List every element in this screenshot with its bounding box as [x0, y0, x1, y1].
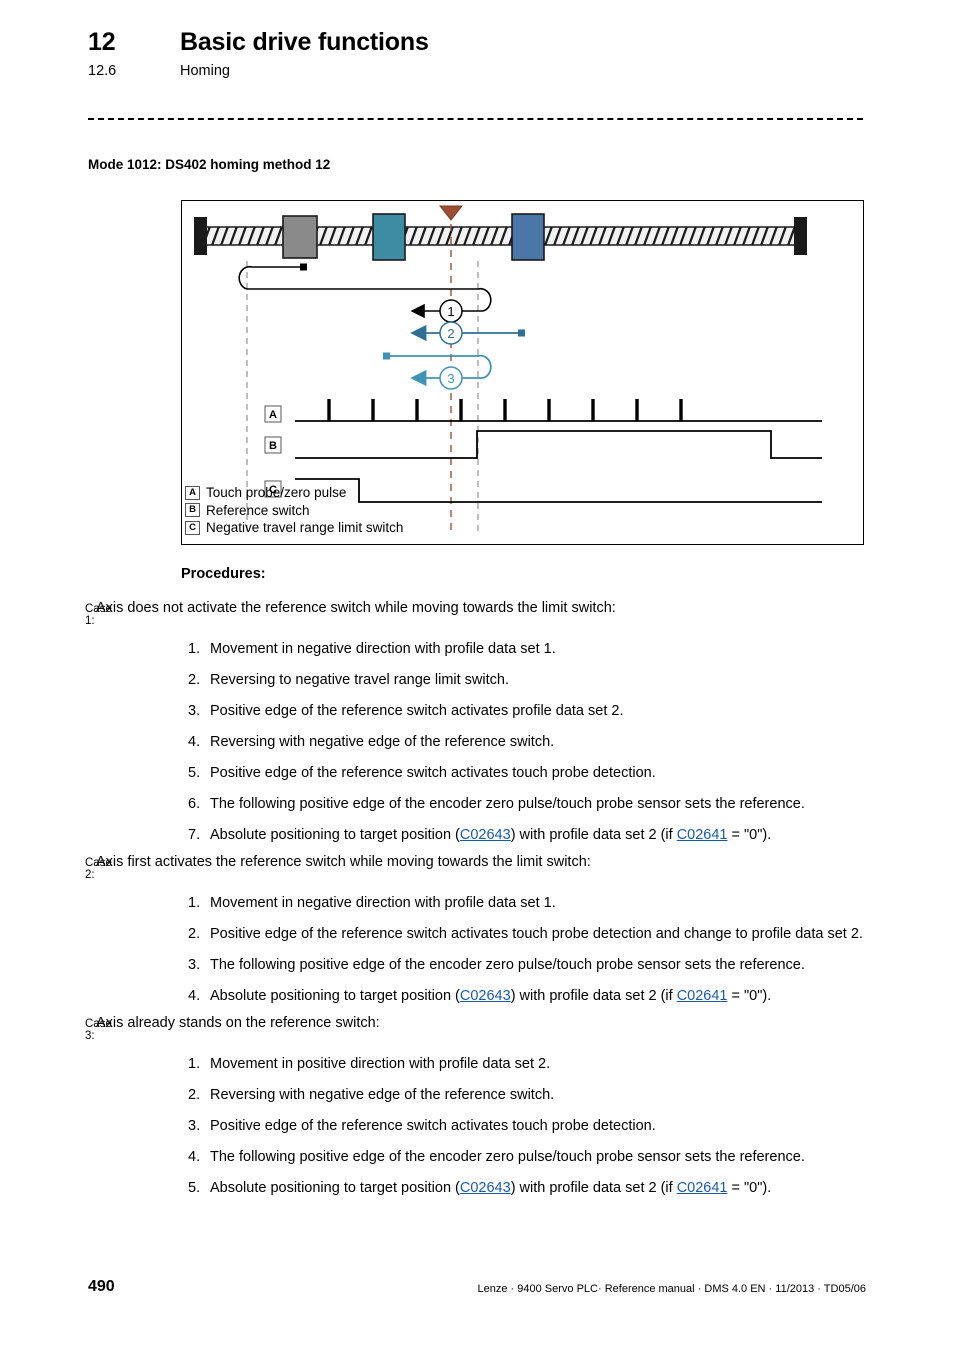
procedures-heading: Procedures:: [181, 566, 266, 582]
case-step: The following positive edge of the encod…: [188, 1148, 805, 1167]
motion-marker-3: 3: [439, 366, 463, 390]
motion-start-dot-3: [383, 352, 390, 360]
header-main-row: 12 Basic drive functions: [88, 28, 878, 57]
case-step-list: Movement in negative direction with prof…: [0, 640, 954, 845]
header-divider: [88, 118, 863, 120]
case-step: Reversing with negative edge of the refe…: [188, 1086, 555, 1105]
header-sub-row: 12.6 Homing: [88, 63, 878, 79]
case-step: Absolute positioning to target position …: [188, 826, 772, 845]
case-block: Case 1: Axis does not activate the refere…: [0, 598, 954, 845]
motion-path-2: [410, 324, 525, 342]
case-step: Positive edge of the reference switch ac…: [188, 925, 863, 944]
parameter-link[interactable]: C02643: [460, 1180, 511, 1196]
rail-end-stop-left: [194, 217, 207, 255]
legend-tag-a-icon: A: [185, 485, 200, 500]
case-step: Positive edge of the reference switch ac…: [188, 702, 624, 721]
case-step: Positive edge of the reference switch ac…: [188, 1117, 656, 1136]
footer-meta: Lenze · 9400 Servo PLC· Reference manual…: [477, 1283, 866, 1295]
chapter-number: 12: [88, 28, 116, 56]
case-step: Movement in negative direction with prof…: [188, 894, 556, 913]
trace-b: [295, 430, 822, 459]
procedures-cases: Case 1: Axis does not activate the refere…: [0, 598, 954, 1205]
parameter-link[interactable]: C02643: [460, 827, 511, 843]
page-header: 12 Basic drive functions 12.6 Homing: [88, 28, 878, 79]
case-step: Movement in positive direction with prof…: [188, 1055, 551, 1074]
block-reference-switch-start: [372, 213, 406, 261]
case-step: Reversing to negative travel range limit…: [188, 671, 509, 690]
motion-marker-3-label: 3: [447, 371, 454, 386]
mode-caption: Mode 1012: DS402 homing method 12: [88, 157, 331, 172]
footer-page-number: 490: [88, 1278, 115, 1295]
case-step-list: Movement in positive direction with prof…: [0, 1055, 954, 1198]
parameter-link[interactable]: C02643: [460, 988, 511, 1004]
legend-item-a: A Touch probe/zero pulse: [185, 484, 403, 502]
trace-b-label: B: [269, 440, 277, 452]
parameter-link[interactable]: C02641: [677, 827, 728, 843]
case-intro: Axis first activates the reference switc…: [96, 854, 591, 870]
case-step: The following positive edge of the encod…: [188, 795, 805, 814]
case-heading: Case 2: Axis first activates the referenc…: [0, 852, 954, 881]
case-block: Case 2: Axis first activates the referenc…: [0, 852, 954, 1006]
motion-marker-2: 2: [439, 321, 463, 345]
case-step-list: Movement in negative direction with prof…: [0, 894, 954, 1006]
case-heading: Case 3: Axis already stands on the refere…: [0, 1013, 954, 1042]
legend-item-b: B Reference switch: [185, 502, 403, 520]
section-title: Homing: [180, 63, 230, 79]
case-block: Case 3: Axis already stands on the refere…: [0, 1013, 954, 1198]
motion-marker-2-label: 2: [447, 326, 454, 341]
rail-end-stop-right: [794, 217, 807, 255]
parameter-link[interactable]: C02641: [677, 1180, 728, 1196]
case-label: Case 2:: [85, 857, 112, 881]
chapter-title: Basic drive functions: [180, 28, 429, 56]
case-label: Case 1:: [85, 603, 112, 627]
case-step: Movement in negative direction with prof…: [188, 640, 556, 659]
motion-marker-1: 1: [439, 299, 463, 323]
motion-start-dot-2: [518, 329, 525, 337]
parameter-link[interactable]: C02641: [677, 988, 728, 1004]
trace-b-tag: B: [264, 436, 282, 454]
block-reference-switch-end: [511, 213, 545, 261]
legend-text-b: Reference switch: [206, 502, 310, 518]
case-intro: Axis already stands on the reference swi…: [96, 1015, 380, 1031]
trace-a-tag: A: [264, 405, 282, 423]
legend-item-c: C Negative travel range limit switch: [185, 519, 403, 537]
case-step: The following positive edge of the encod…: [188, 956, 805, 975]
motion-start-dot-1: [300, 263, 307, 271]
case-heading: Case 1: Axis does not activate the refere…: [0, 598, 954, 627]
case-step: Absolute positioning to target position …: [188, 1179, 772, 1198]
case-label: Case 3:: [85, 1018, 112, 1042]
trace-a-label: A: [269, 409, 277, 421]
motion-path-3: [387, 354, 492, 387]
block-limit-switch: [282, 215, 318, 259]
section-number: 12.6: [88, 63, 117, 79]
case-step: Reversing with negative edge of the refe…: [188, 733, 555, 752]
case-step: Positive edge of the reference switch ac…: [188, 764, 656, 783]
figure-legend: A Touch probe/zero pulse B Reference swi…: [185, 484, 403, 537]
legend-text-a: Touch probe/zero pulse: [206, 485, 347, 500]
legend-tag-c-icon: C: [185, 520, 200, 535]
legend-tag-b-icon: B: [185, 503, 200, 518]
legend-text-c: Negative travel range limit switch: [206, 520, 404, 535]
case-step: Absolute positioning to target position …: [188, 987, 772, 1006]
trace-a: [295, 399, 822, 422]
case-intro: Axis does not activate the reference swi…: [96, 600, 616, 616]
motion-marker-1-label: 1: [447, 304, 454, 319]
